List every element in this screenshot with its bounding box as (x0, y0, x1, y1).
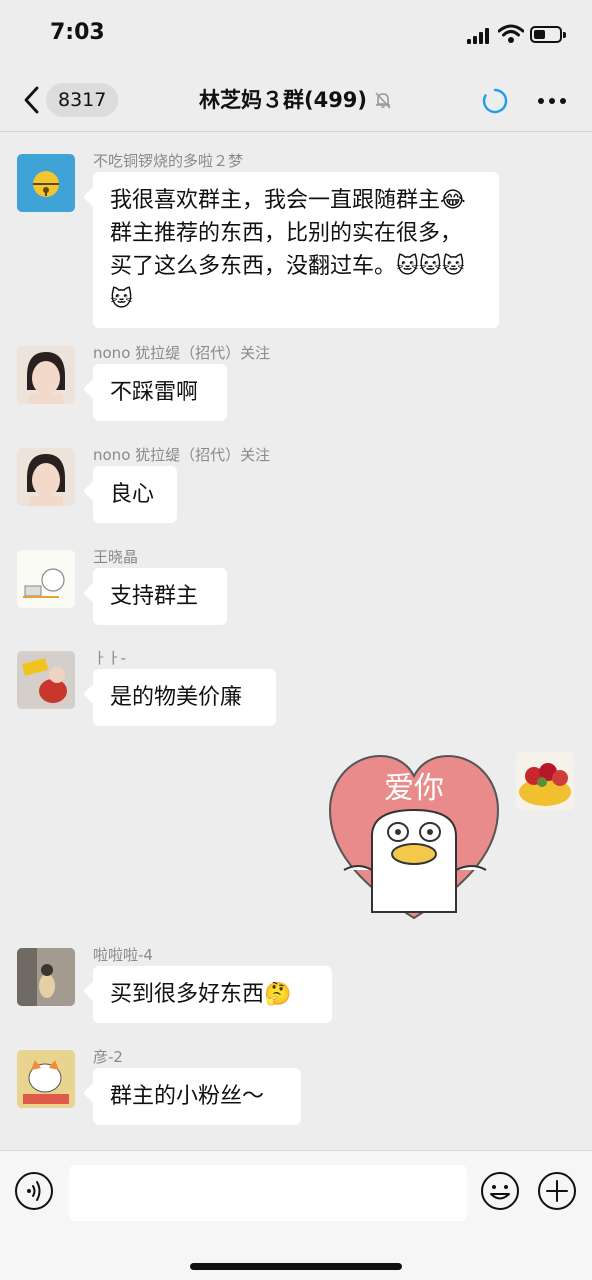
message-bubble[interactable]: 支持群主 (93, 568, 227, 625)
chat-title: 林芝妈３群(499) (198, 88, 368, 112)
wifi-icon (498, 24, 524, 43)
avatar[interactable] (17, 651, 75, 709)
battery-icon (530, 26, 566, 43)
message-bubble[interactable]: 我很喜欢群主，我会一直跟随群主😂群主推荐的东西，比别的实在很多，买了这么多东西，… (93, 172, 499, 328)
message-input[interactable] (69, 1165, 467, 1221)
sender-name: ㅏㅏ- (93, 649, 127, 667)
bell-avatar-icon (33, 171, 59, 197)
self-avatar[interactable] (516, 752, 574, 810)
avatar[interactable] (17, 448, 75, 506)
sender-name: 啦啦啦-4 (93, 946, 153, 964)
sender-name: 不吃铜锣烧的多啦２梦 (93, 152, 244, 170)
fruit-bowl-avatar-icon (516, 752, 574, 810)
home-indicator (190, 1263, 402, 1270)
emoji-icon[interactable] (480, 1171, 520, 1211)
back-arrow-icon[interactable] (18, 84, 46, 116)
add-more-icon[interactable] (537, 1171, 577, 1211)
sender-name: 彦-2 (93, 1048, 123, 1066)
input-bar (0, 1150, 592, 1280)
voice-input-icon[interactable] (14, 1171, 54, 1211)
mute-bell-icon (375, 92, 391, 109)
cartoon-cat-avatar-icon (17, 1050, 75, 1108)
sender-name: nono 犹拉缇（招代）关注 (93, 446, 271, 464)
more-options-icon[interactable] (536, 90, 568, 112)
message-bubble[interactable]: 群主的小粉丝～ (93, 1068, 301, 1125)
status-time: 7:03 (50, 20, 105, 45)
avatar[interactable] (17, 550, 75, 608)
message-bubble[interactable]: 买到很多好东西🤔 (93, 966, 332, 1023)
message-bubble[interactable]: 是的物美价廉 (93, 669, 276, 726)
cellular-signal-icon (467, 28, 491, 44)
sender-name: nono 犹拉缇（招代）关注 (93, 344, 271, 362)
avatar[interactable] (17, 948, 75, 1006)
message-bubble[interactable]: 不踩雷啊 (93, 364, 227, 421)
status-bar: 7:03 (0, 0, 592, 70)
person-avatar-icon (17, 346, 75, 404)
sticker-text: 爱你 (384, 771, 444, 806)
chat-title-container[interactable]: 林芝妈３群(499) (150, 83, 442, 117)
sender-name: 王晓晶 (93, 548, 139, 566)
avatar[interactable] (17, 154, 75, 212)
sync-icon[interactable] (482, 88, 508, 114)
chat-header: 8317 林芝妈３群(499) (0, 70, 592, 132)
message-bubble[interactable]: 良心 (93, 466, 177, 523)
baby-avatar-icon (17, 651, 75, 709)
unread-count-badge[interactable]: 8317 (46, 83, 119, 117)
avatar[interactable] (17, 1050, 75, 1108)
person-avatar-icon (17, 448, 75, 506)
avatar[interactable] (17, 346, 75, 404)
love-sticker[interactable]: 爱你 (326, 752, 502, 922)
child-photo-avatar-icon (17, 948, 75, 1006)
cartoon-avatar-icon (17, 550, 75, 608)
